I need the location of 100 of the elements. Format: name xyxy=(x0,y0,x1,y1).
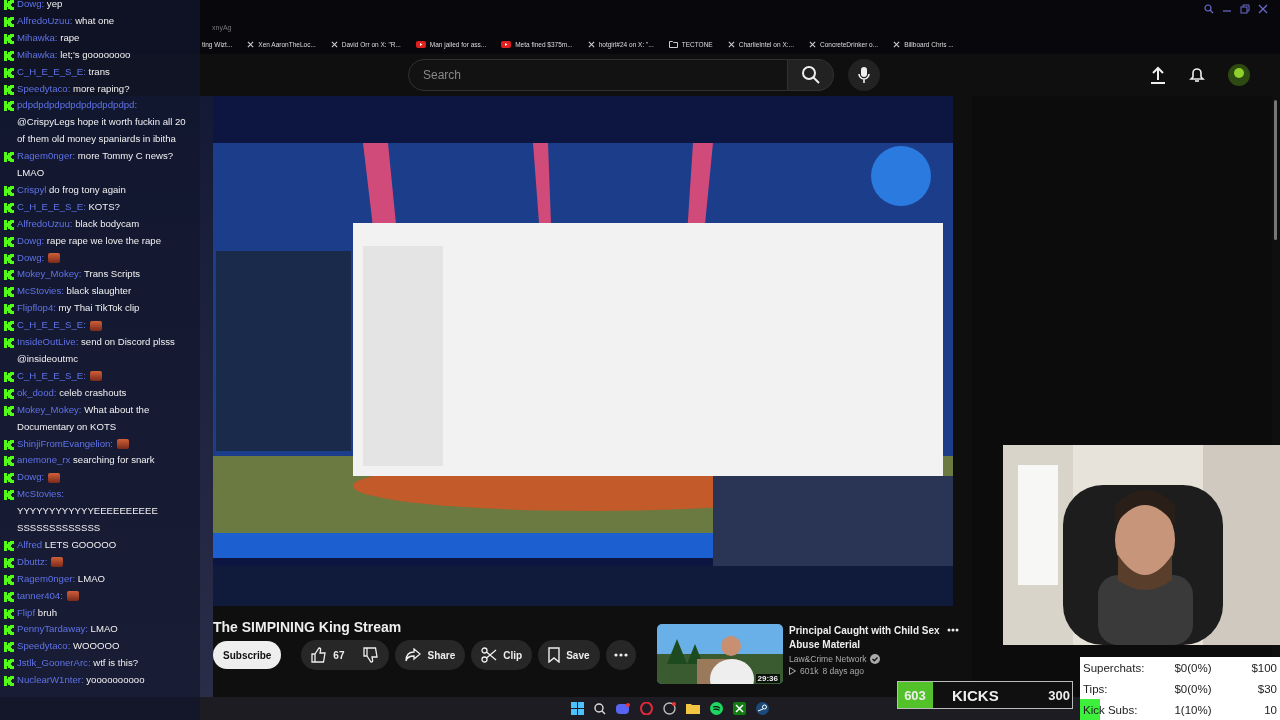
browser-icon[interactable] xyxy=(640,702,653,715)
globe-icon[interactable] xyxy=(663,702,676,715)
upload-age: 8 days ago xyxy=(822,666,865,676)
kicks-count: 603 xyxy=(903,687,927,703)
bookmark-icon xyxy=(548,647,561,663)
kick-logo-icon xyxy=(4,625,14,636)
upload-icon[interactable] xyxy=(1150,66,1166,84)
kick-logo-icon xyxy=(4,236,14,247)
search-field[interactable]: Search xyxy=(408,59,788,91)
thumbs-up-icon xyxy=(311,647,328,663)
chat-message: Jstlk_GoonerArc: wtf is this? xyxy=(17,656,140,671)
emote-icon xyxy=(51,557,64,568)
steam-icon[interactable] xyxy=(756,702,769,715)
stat-value: $0(0%) xyxy=(1173,661,1213,674)
play-icon xyxy=(789,667,796,675)
stat-goal: 10 xyxy=(1264,703,1277,716)
emote-icon xyxy=(89,371,102,382)
chat-username[interactable]: C_H_E_E_S_E: xyxy=(17,317,86,335)
kick-logo-icon xyxy=(4,557,14,568)
chat-message: C_H_E_E_S_E: trans xyxy=(17,64,111,79)
video-title: The SIMPINING King Stream xyxy=(213,619,402,635)
play-icon xyxy=(501,40,512,48)
folder-icon[interactable] xyxy=(686,703,700,714)
scrollbar[interactable] xyxy=(1274,100,1277,240)
clip-button[interactable]: Clip xyxy=(471,640,533,670)
chat-username[interactable]: Dowg: xyxy=(17,249,45,267)
emote-icon xyxy=(48,253,61,264)
more-icon xyxy=(613,653,628,657)
stat-value: $0(0%) xyxy=(1173,682,1213,695)
chat-message: Mokey_Mokey: Trans Scripts xyxy=(17,267,142,282)
kick-logo-icon xyxy=(4,0,14,10)
restore-icon[interactable] xyxy=(1240,4,1250,14)
chat-username[interactable]: ShinjiFromEvangelion: xyxy=(17,435,113,453)
x-icon xyxy=(808,40,816,48)
recommended-video-title[interactable]: Principal Caught with Child Sex Abuse Material xyxy=(789,624,941,652)
chat-message: Dowg: yep xyxy=(17,0,64,11)
chat-username[interactable]: Dbuttz: xyxy=(17,553,48,571)
kick-logo-icon xyxy=(4,253,14,264)
chat-message: Flipflop4: my Thai TikTok clip xyxy=(17,301,141,316)
x-icon xyxy=(330,40,338,48)
emote-icon xyxy=(89,320,102,331)
chat-message: AlfredoUzuu: black bodycam xyxy=(17,216,141,231)
kick-logo-icon xyxy=(4,591,14,602)
kick-logo-icon xyxy=(4,33,14,44)
chat-message: PennyTardaway: LMAO xyxy=(17,622,119,637)
like-button[interactable]: 67 xyxy=(301,640,356,670)
chat-message: Mihawka: rape xyxy=(17,30,81,45)
kick-logo-icon xyxy=(4,152,14,163)
bell-icon[interactable] xyxy=(1188,66,1206,84)
thumbs-down-icon xyxy=(363,647,380,663)
chat-username[interactable]: tanner404: xyxy=(17,587,63,605)
microphone-button[interactable] xyxy=(848,59,880,91)
emote-icon xyxy=(48,472,61,483)
game-app-icon[interactable] xyxy=(733,702,746,715)
stat-label: Tips: xyxy=(1083,682,1109,695)
chat-username[interactable]: Dowg: xyxy=(17,469,45,487)
more-icon[interactable] xyxy=(947,628,959,632)
kick-logo-icon xyxy=(4,338,14,349)
chat-username[interactable]: C_H_E_E_S_E: xyxy=(17,367,86,385)
save-button[interactable]: Save xyxy=(538,640,600,670)
kick-logo-icon xyxy=(4,219,14,230)
chat-app-icon[interactable] xyxy=(616,702,630,715)
kick-logo-icon xyxy=(4,490,14,501)
chat-message: InsideOutLive: send on Discord plsss @insideoutmc xyxy=(17,335,176,366)
share-button[interactable]: Share xyxy=(395,640,466,670)
kicks-label: KICKS xyxy=(952,686,999,704)
close-icon[interactable] xyxy=(1258,4,1268,14)
avatar-icon[interactable] xyxy=(1228,64,1250,86)
music-app-icon[interactable] xyxy=(710,702,723,715)
x-icon xyxy=(727,40,735,48)
kick-logo-icon xyxy=(4,50,14,61)
kick-logo-icon xyxy=(4,574,14,585)
chat-message: Ragem0nger: LMAO xyxy=(17,571,106,586)
kicks-goal: 300 xyxy=(1048,687,1071,703)
play-icon xyxy=(415,40,426,48)
stat-goal: $30 xyxy=(1257,682,1277,695)
search-icon[interactable] xyxy=(594,702,606,715)
share-icon xyxy=(405,648,422,662)
kick-logo-icon xyxy=(4,371,14,382)
kick-logo-icon xyxy=(4,185,14,196)
kick-logo-icon xyxy=(4,439,14,450)
stat-label: Superchats: xyxy=(1083,661,1146,674)
dislike-button[interactable] xyxy=(353,640,390,670)
chat-message: McStovies: black slaughter xyxy=(17,284,133,299)
kick-logo-icon xyxy=(4,67,14,78)
kick-logo-icon xyxy=(4,473,14,484)
chat-message: McStovies: YYYYYYYYYYYYEEEEEEEEEE SSSSSSSSSSSSS xyxy=(17,487,159,535)
kick-logo-icon xyxy=(4,202,14,213)
view-count: 601k xyxy=(800,666,819,676)
chat-message: NuclearW1nter: yoooooooooo xyxy=(17,673,146,688)
kick-logo-icon xyxy=(4,84,14,95)
chat-message: AlfredoUzuu: what one xyxy=(17,13,116,28)
microphone-icon xyxy=(857,66,871,84)
chat-message: Dowg: rape rape we love the rape xyxy=(17,233,162,248)
windows-icon[interactable] xyxy=(571,702,584,715)
folder-icon xyxy=(668,40,678,48)
more-button[interactable] xyxy=(605,640,636,670)
subscribe-button[interactable]: Subscribe xyxy=(213,641,282,669)
search-button[interactable] xyxy=(788,59,834,91)
kick-logo-icon xyxy=(4,388,14,399)
